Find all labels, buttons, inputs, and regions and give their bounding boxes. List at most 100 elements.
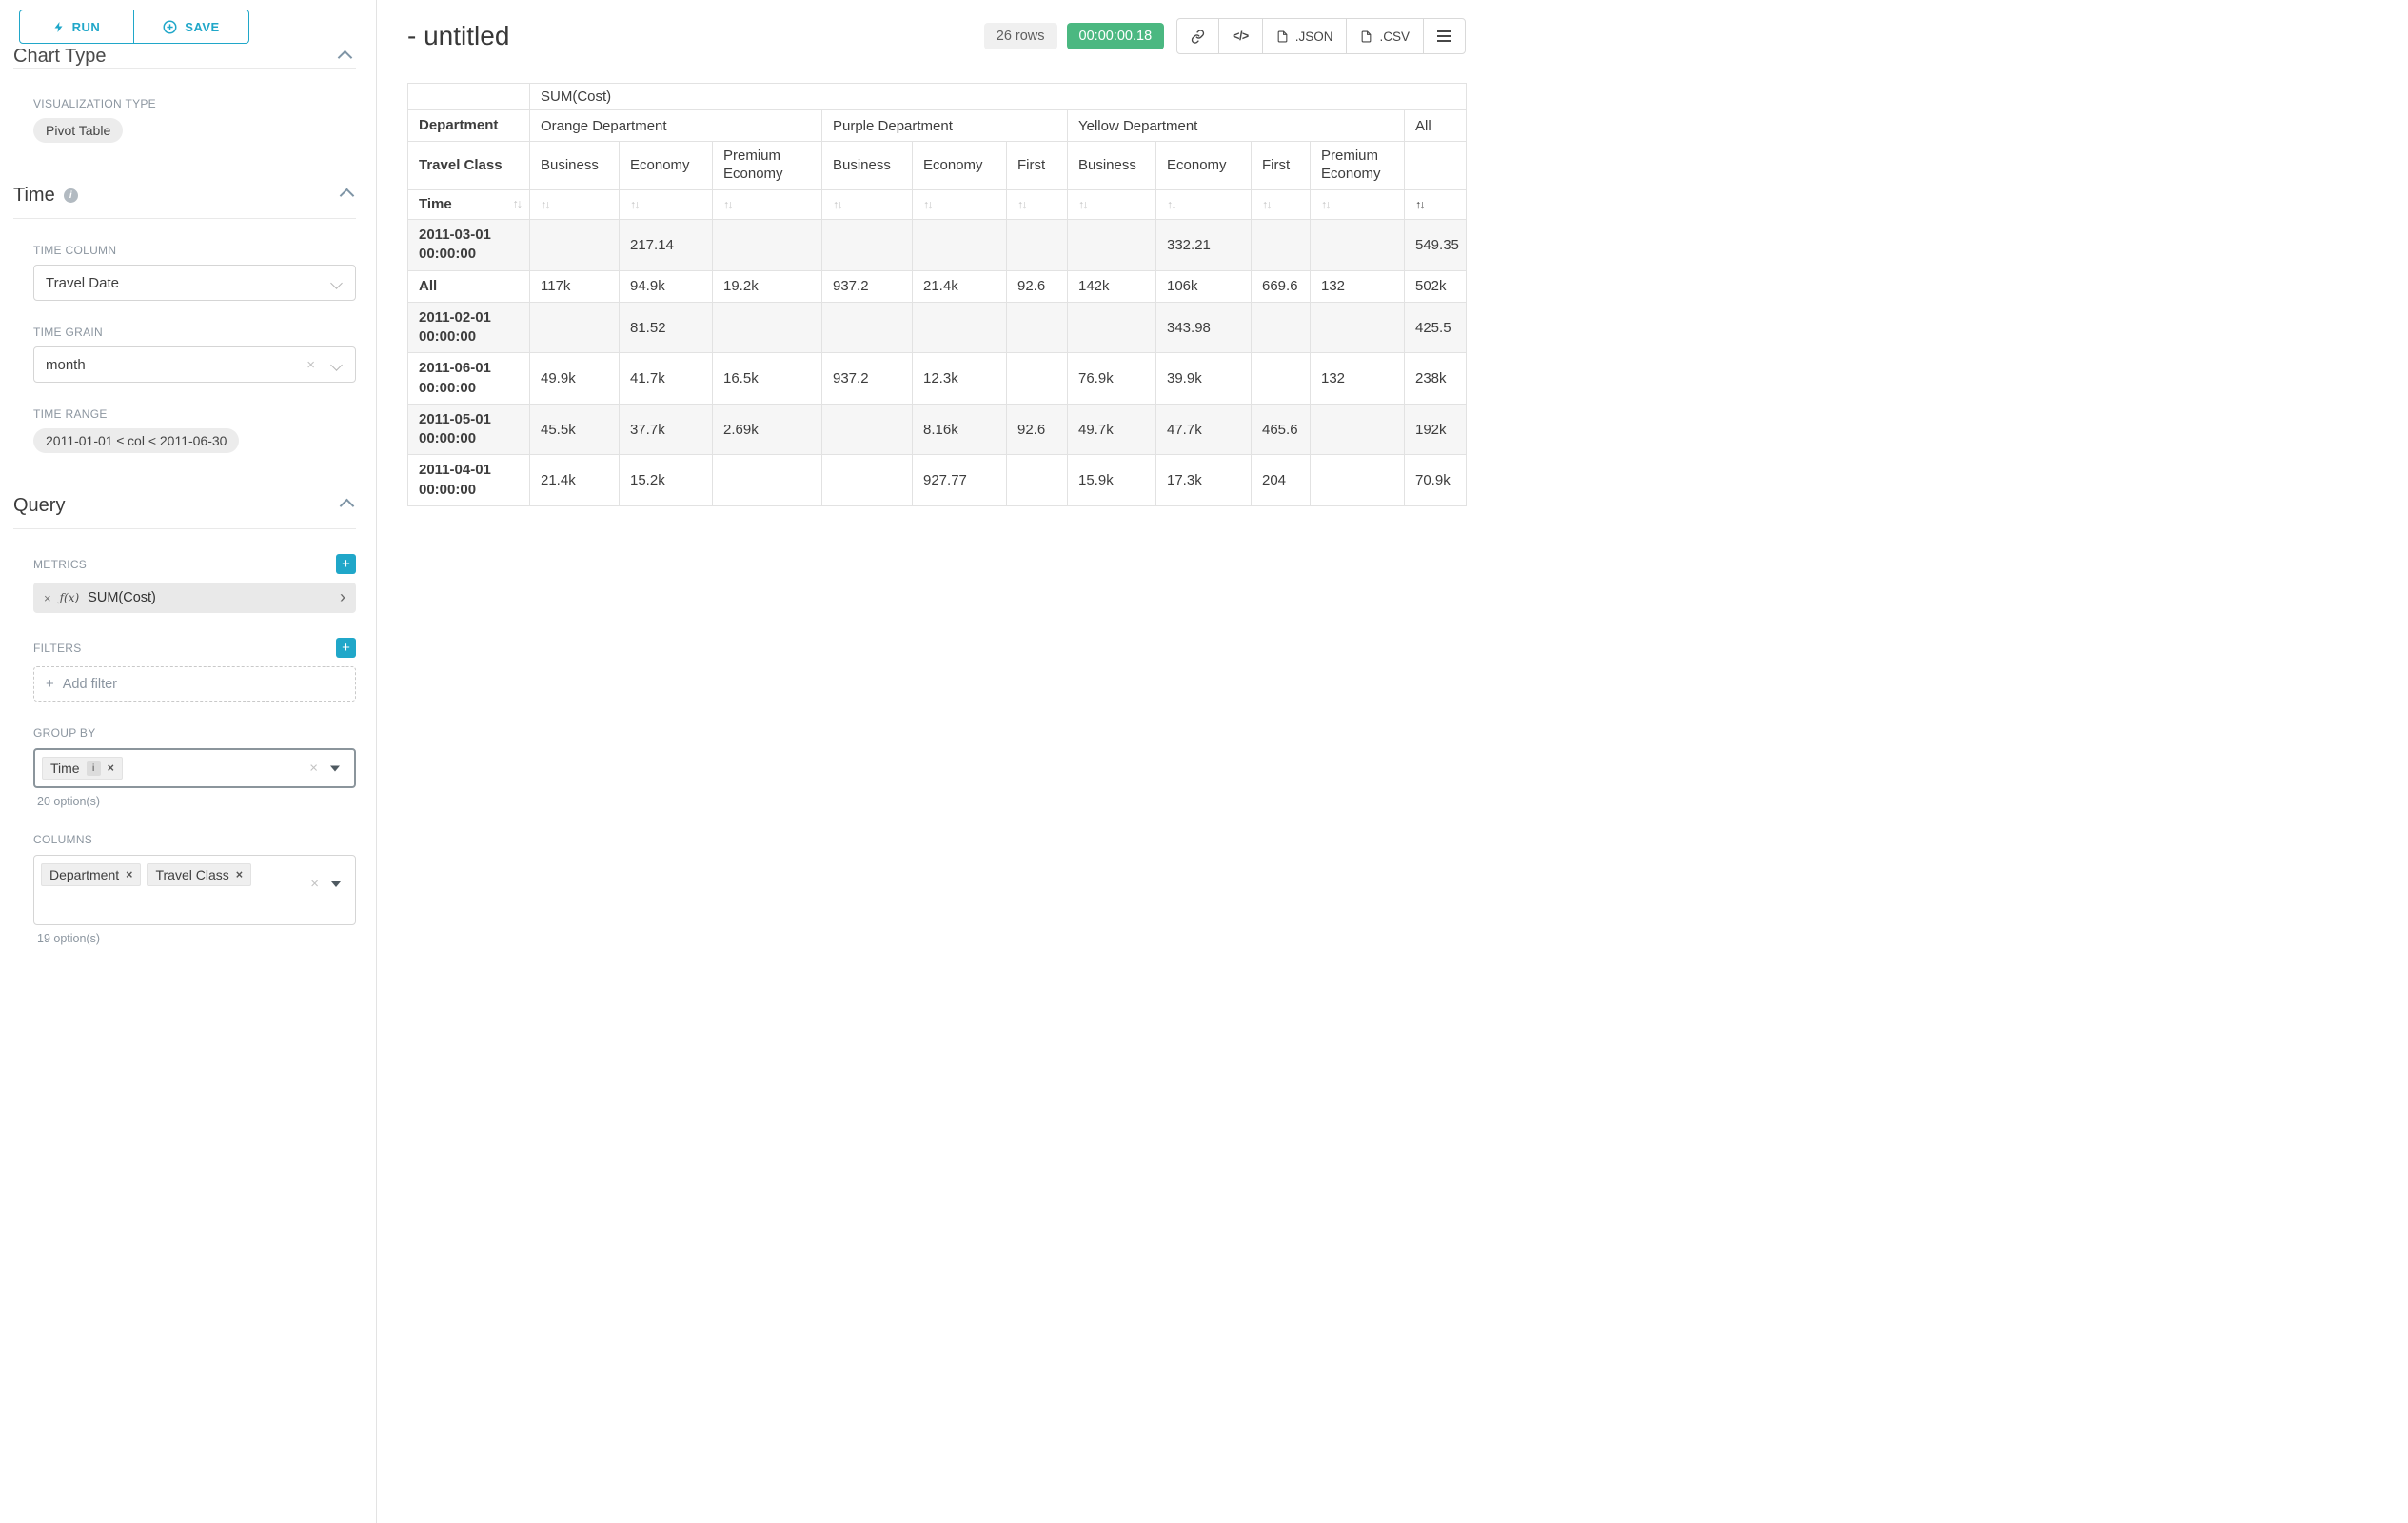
sort-icon[interactable]: ↑↓ [923,198,932,211]
columns-tag-label: Travel Class [155,867,228,882]
export-csv-button[interactable]: .CSV [1346,18,1424,54]
explore-page: RUN SAVE Chart Type VISUALIZATION TYPE P… [0,0,2408,1523]
pivot-cell [822,455,913,506]
pivot-sort-header[interactable]: ↑↓ [713,189,822,219]
remove-tag-icon[interactable]: × [236,869,243,881]
time-grain-select[interactable]: month × [33,346,356,383]
remove-tag-icon[interactable]: × [126,869,132,881]
link-icon [1191,30,1205,44]
pivot-sort-header[interactable]: ↑↓ [530,189,620,219]
columns-tag-label: Department [49,867,119,882]
sort-icon[interactable]: ↑↓ [541,198,549,211]
time-column-select[interactable]: Travel Date [33,265,356,301]
pivot-cell: 49.7k [1068,404,1156,455]
pivot-cell: 49.9k [530,353,620,405]
sort-icon[interactable]: ↑↓ [1078,198,1087,211]
add-metric-button[interactable]: + [336,554,356,574]
column-info-icon[interactable]: i [87,762,101,776]
pivot-sort-header[interactable]: ↑↓ [1252,189,1311,219]
lightning-bolt-icon [53,20,65,34]
pivot-sort-header[interactable]: ↑↓ [620,189,713,219]
query-section-title: Query [13,495,65,517]
pivot-row: 2011-02-01 00:00:0081.52343.98425.5 [408,302,1467,353]
query-section-header[interactable]: Query [13,495,356,517]
sort-icon[interactable]: ↑↓ [833,198,841,211]
share-link-button[interactable] [1176,18,1219,54]
pivot-class-header: Business [530,142,620,190]
clear-icon[interactable]: × [309,762,318,776]
metric-item[interactable]: × ƒ(x) SUM(Cost) › [33,583,356,613]
caret-down-icon[interactable] [330,765,340,771]
chevron-up-icon[interactable] [340,188,355,204]
pivot-cell [1252,220,1311,271]
time-column-label: TIME COLUMN [33,244,356,257]
time-range-value[interactable]: 2011-01-01 ≤ col < 2011-06-30 [33,428,239,453]
menu-button[interactable] [1423,18,1466,54]
pivot-cell [822,302,913,353]
pivot-cell: 21.4k [913,270,1007,302]
group-by-options-hint: 20 option(s) [37,795,356,808]
sort-icon[interactable]: ↑↓ [630,198,639,211]
sort-icon[interactable]: ↑↓ [1017,198,1026,211]
sort-icon[interactable]: ↑↓ [1415,198,1424,211]
pivot-cell [1311,302,1405,353]
pivot-sort-header[interactable]: ↑↓ [822,189,913,219]
pivot-cell: 21.4k [530,455,620,506]
clear-icon[interactable]: × [306,358,315,372]
remove-tag-icon[interactable]: × [108,762,114,775]
groupby-tag: Time i × [42,757,123,780]
sort-icon[interactable]: ↑↓ [1167,198,1175,211]
embed-code-button[interactable]: </> [1218,18,1263,54]
pivot-cell [822,404,913,455]
time-section-header[interactable]: Time i [13,185,356,207]
pivot-row: 2011-06-01 00:00:0049.9k41.7k16.5k937.21… [408,353,1467,405]
pivot-cell: 132 [1311,270,1405,302]
visualization-type-value[interactable]: Pivot Table [33,118,123,143]
pivot-class-header [1405,142,1467,190]
save-button[interactable]: SAVE [133,10,249,44]
query-actions: RUN SAVE [0,0,376,48]
pivot-cell [713,220,822,271]
add-filter-button[interactable]: + Add filter [33,666,356,702]
row-count-badge: 26 rows [984,23,1057,49]
add-filter-plus-button[interactable]: + [336,638,356,658]
chart-header: - untitled 26 rows 00:00:00.18 </ [407,15,1466,57]
pivot-metric-header: SUM(Cost) [530,84,1467,110]
pivot-cell: 37.7k [620,404,713,455]
export-json-button[interactable]: .JSON [1262,18,1348,54]
pivot-sort-header[interactable]: ↑↓ [1405,189,1467,219]
pivot-group-header: All [1405,110,1467,142]
visualization-type-label: VISUALIZATION TYPE [33,97,356,110]
pivot-row-label: 2011-06-01 00:00:00 [408,353,530,405]
pivot-cell: 41.7k [620,353,713,405]
file-icon [1276,30,1289,44]
pivot-cell [530,220,620,271]
caret-down-icon[interactable] [331,881,341,887]
pivot-sort-header[interactable]: ↑↓ [1068,189,1156,219]
pivot-time-sort-header[interactable]: Time↑↓ [408,189,530,219]
pivot-cell [1311,455,1405,506]
pivot-sort-header[interactable]: ↑↓ [1156,189,1252,219]
chart-title[interactable]: - untitled [407,15,509,57]
query-timer-badge: 00:00:00.18 [1067,23,1165,49]
pivot-sort-header[interactable]: ↑↓ [1007,189,1068,219]
clear-icon[interactable]: × [310,877,319,891]
sort-icon[interactable]: ↑↓ [723,198,732,211]
sort-icon[interactable]: ↑↓ [1262,198,1271,211]
columns-select[interactable]: Department × Travel Class × × [33,855,356,925]
pivot-cell [1311,404,1405,455]
pivot-group-header: Purple Department [822,110,1068,142]
remove-metric-icon[interactable]: × [44,591,51,605]
pivot-sort-header[interactable]: ↑↓ [1311,189,1405,219]
sort-icon[interactable]: ↑↓ [1321,198,1330,211]
chevron-right-icon[interactable]: › [340,588,345,605]
pivot-cell: 81.52 [620,302,713,353]
code-icon: </> [1233,30,1249,43]
pivot-sort-header[interactable]: ↑↓ [913,189,1007,219]
sort-icon[interactable]: ↑↓ [513,196,522,212]
pivot-class-header: Economy [620,142,713,190]
chevron-up-icon [338,50,353,66]
chevron-up-icon[interactable] [340,499,355,514]
group-by-select[interactable]: Time i × × [33,748,356,788]
run-button[interactable]: RUN [19,10,134,44]
